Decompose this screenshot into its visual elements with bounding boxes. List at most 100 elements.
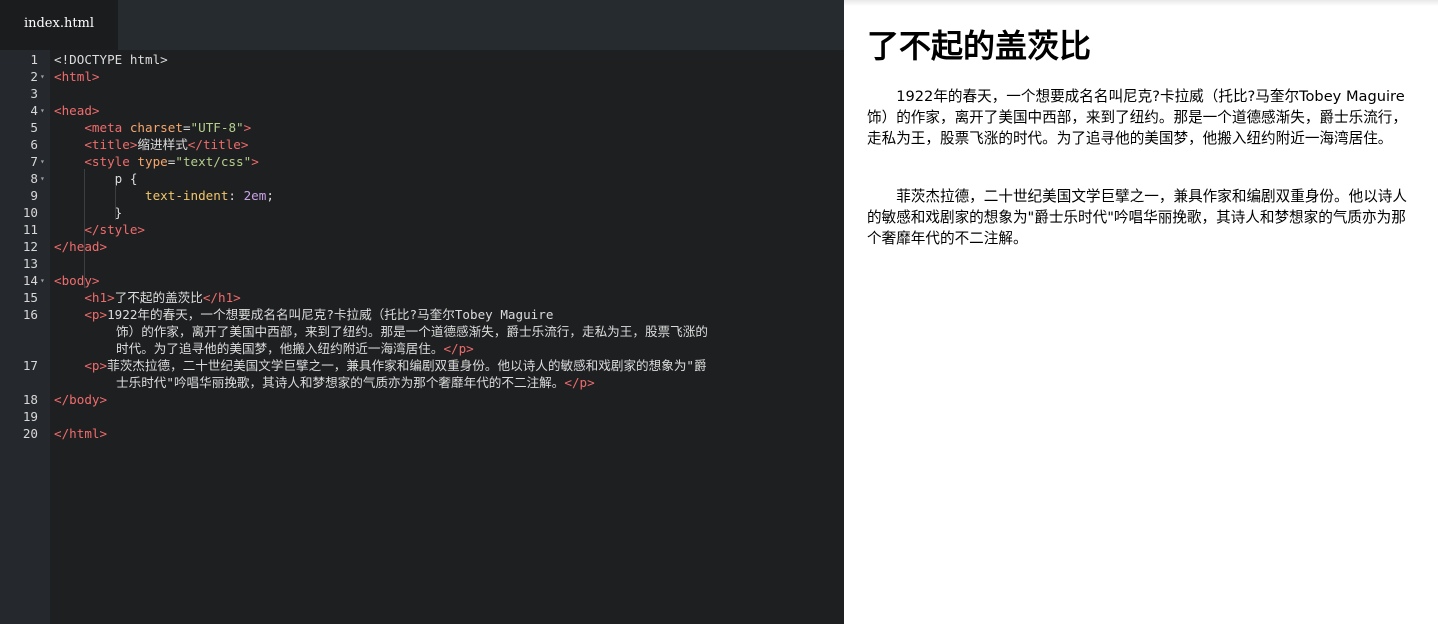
code-line[interactable]: 14 ▾ <body>	[0, 272, 844, 289]
line-number: 3	[30, 86, 38, 101]
code-text: <style type="text/css">	[54, 153, 259, 170]
page-title: 了不起的盖茨比	[867, 28, 1092, 64]
code-text: </style>	[54, 221, 145, 238]
code-line[interactable]: 8 ▾ p {	[0, 170, 844, 187]
code-token-tag: <p>	[84, 358, 108, 373]
line-number: 1	[30, 52, 38, 67]
editor-tab-bar: index.html	[0, 0, 844, 50]
code-text: p {	[54, 170, 138, 187]
code-area[interactable]: 1 <!DOCTYPE html> 2 ▾ <html> 3 4 ▾ <head> 5 <meta…	[0, 50, 844, 624]
line-number: 15	[22, 290, 38, 305]
code-text: <meta charset="UTF-8">	[54, 119, 251, 136]
code-line[interactable]: 18 </body>	[0, 391, 844, 408]
line-number: 5	[30, 120, 38, 135]
line-number: 18	[22, 392, 38, 407]
fold-arrow-icon[interactable]: ▾	[40, 170, 48, 187]
code-token-tag: </html>	[54, 426, 108, 441]
code-token-str: "text/css"	[175, 154, 252, 169]
code-line[interactable]: 16 <p>1922年的春天，一个想要成名名叫尼克?卡拉威（托比?马奎尔Tobe…	[0, 306, 844, 323]
code-editor[interactable]: index.html 1 <!DOCTYPE html> 2 ▾ <html> 3 4 ▾ <h…	[0, 0, 844, 624]
code-line[interactable]: 11 </style>	[0, 221, 844, 238]
fold-arrow-icon[interactable]: ▾	[40, 272, 48, 289]
code-line[interactable]: 3	[0, 85, 844, 102]
code-token-tag: <h1>	[84, 290, 115, 305]
code-text: </html>	[54, 425, 107, 442]
code-line[interactable]: 19	[0, 408, 844, 425]
code-line[interactable]: 9 text-indent: 2em;	[0, 187, 844, 204]
preview-top-shadow	[844, 0, 1438, 6]
code-token-plain: }	[54, 205, 123, 220]
code-token-plain: ;	[266, 188, 274, 203]
code-token-tag: >	[243, 120, 252, 135]
code-line-wrapped[interactable]: 饰）的作家，离开了美国中西部，来到了纽约。那是一个道德感渐失，爵士乐流行，走私为…	[0, 323, 844, 340]
preview-paragraph: 菲茨杰拉德，二十世纪美国文学巨擘之一，兼具作家和编剧双重身份。他以诗人的敏感和戏…	[867, 188, 1407, 247]
code-text: }	[54, 204, 123, 221]
code-token-plain: p {	[54, 171, 138, 186]
code-token-tag: </head>	[54, 239, 108, 254]
code-line-wrapped[interactable]: 士乐时代"吟唱华丽挽歌，其诗人和梦想家的气质亦为那个奢靡年代的不二注解。</p>	[0, 374, 844, 391]
code-token-tag: </style>	[84, 222, 146, 237]
line-number: 12	[22, 239, 38, 254]
line-number: 11	[22, 222, 38, 237]
code-token-plain: <!DOCTYPE html>	[54, 52, 168, 67]
code-token-tag: <p>	[84, 307, 108, 322]
code-line[interactable]: 13	[0, 255, 844, 272]
code-token-tag: </p>	[443, 341, 474, 356]
tab-index-html[interactable]: index.html	[0, 0, 118, 50]
code-text: 士乐时代"吟唱华丽挽歌，其诗人和梦想家的气质亦为那个奢靡年代的不二注解。</p>	[116, 374, 595, 391]
code-token-tag: <html>	[54, 69, 100, 84]
code-token-tag: <style	[84, 154, 130, 169]
code-text: </head>	[54, 238, 107, 255]
code-token-tag: </body>	[54, 392, 108, 407]
code-token-plain: 了不起的盖茨比	[114, 290, 203, 305]
code-line[interactable]: 2 ▾ <html>	[0, 68, 844, 85]
preview-paragraph: 1922年的春天，一个想要成名名叫尼克?卡拉威（托比?马奎尔Tobey Magu…	[867, 88, 1407, 147]
code-token-plain: :	[228, 188, 244, 203]
code-line[interactable]: 20 </html>	[0, 425, 844, 442]
code-token-tag: >	[251, 154, 259, 169]
code-line[interactable]: 15 <h1>了不起的盖茨比</h1>	[0, 289, 844, 306]
code-token-attr: charset	[122, 120, 183, 135]
code-token-plain: 饰）的作家，离开了美国中西部，来到了纽约。那是一个道德感渐失，爵士乐流行，走私为…	[116, 324, 708, 339]
code-line[interactable]: 12 </head>	[0, 238, 844, 255]
line-number: 6	[30, 137, 38, 152]
code-token-str: "UTF-8"	[190, 120, 244, 135]
code-line[interactable]: 6 <title>缩进样式</title>	[0, 136, 844, 153]
code-token-prop: text-indent	[145, 188, 229, 203]
code-token-tag: <title>	[84, 137, 138, 152]
code-text: <!DOCTYPE html>	[54, 51, 168, 68]
code-text: 时代。为了追寻他的美国梦，他搬入纽约附近一海湾居住。</p>	[116, 340, 474, 357]
code-text: <html>	[54, 68, 100, 85]
line-number: 14	[22, 273, 38, 288]
code-token-tag: <body>	[54, 273, 100, 288]
code-line[interactable]: 5 <meta charset="UTF-8">	[0, 119, 844, 136]
fold-arrow-icon[interactable]: ▾	[40, 153, 48, 170]
code-line[interactable]: 7 ▾ <style type="text/css">	[0, 153, 844, 170]
code-token-plain: 士乐时代"吟唱华丽挽歌，其诗人和梦想家的气质亦为那个奢靡年代的不二注解。	[116, 375, 565, 390]
code-line[interactable]: 4 ▾ <head>	[0, 102, 844, 119]
code-text: </body>	[54, 391, 107, 408]
code-text: <title>缩进样式</title>	[54, 136, 248, 153]
code-line[interactable]: 1 <!DOCTYPE html>	[0, 51, 844, 68]
fold-arrow-icon[interactable]: ▾	[40, 68, 48, 85]
code-line[interactable]: 10 }	[0, 204, 844, 221]
code-token-tag: <meta	[84, 120, 123, 135]
line-number: 10	[22, 205, 38, 220]
line-number: 16	[22, 307, 38, 322]
code-line-wrapped[interactable]: 时代。为了追寻他的美国梦，他搬入纽约附近一海湾居住。</p>	[0, 340, 844, 357]
code-token-tag: </title>	[187, 137, 249, 152]
code-text: <p>菲茨杰拉德，二十世纪美国文学巨擘之一，兼具作家和编剧双重身份。他以诗人的敏…	[54, 357, 706, 374]
line-number: 17	[22, 358, 38, 373]
code-token-attr: type	[129, 154, 168, 169]
fold-arrow-icon[interactable]: ▾	[40, 102, 48, 119]
code-token-tag: </p>	[564, 375, 595, 390]
code-line[interactable]: 17 <p>菲茨杰拉德，二十世纪美国文学巨擘之一，兼具作家和编剧双重身份。他以诗…	[0, 357, 844, 374]
code-token-num: 2em	[243, 188, 267, 203]
code-token-tag: </h1>	[202, 290, 241, 305]
